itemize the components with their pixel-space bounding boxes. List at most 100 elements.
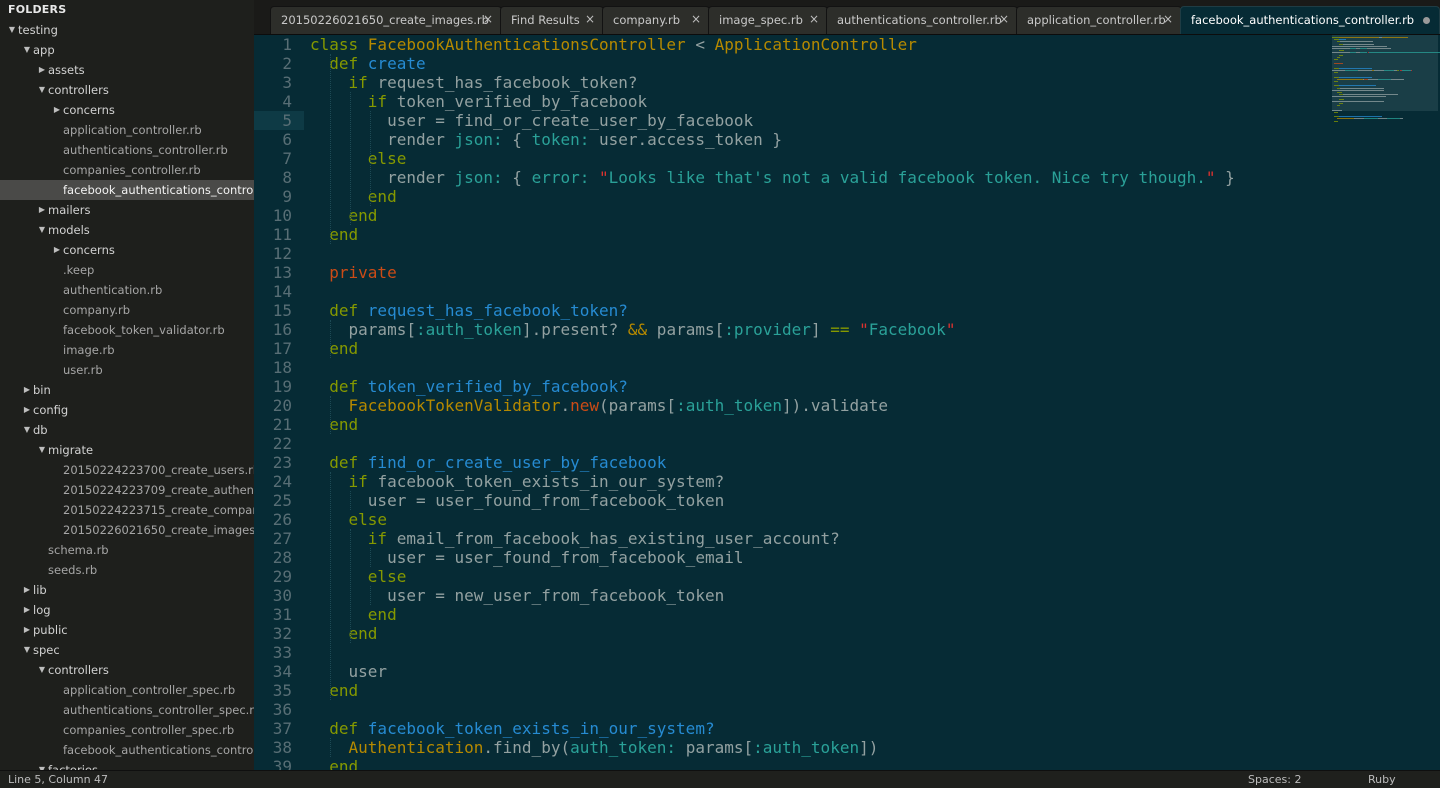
code-line: else	[310, 567, 407, 586]
disclosure-open-icon[interactable]: ▼	[36, 660, 48, 680]
minimap[interactable]	[1332, 35, 1440, 770]
editor-tab[interactable]: authentications_controller.rb ×	[826, 6, 1018, 34]
code-editor[interactable]: 1 2 3 4 5 6 7 8 9 10 11 12 13 14 15 16 17 18 19 20 21 22 23 24 2…	[254, 35, 1440, 770]
file-item[interactable]: 20150224223700_create_users.rb	[0, 460, 254, 480]
close-icon[interactable]: ×	[1163, 12, 1173, 26]
disclosure-closed-icon[interactable]: ▶	[21, 580, 33, 600]
close-icon[interactable]: ×	[691, 12, 701, 26]
folder-item[interactable]: ▶ concerns	[0, 100, 254, 120]
editor-tab[interactable]: 20150226021650_create_images.rb ×	[270, 6, 502, 34]
file-item[interactable]: companies_controller_spec.rb	[0, 720, 254, 740]
indentation-setting[interactable]: Spaces: 2	[1248, 773, 1301, 786]
unsaved-dot-icon[interactable]	[1423, 17, 1430, 24]
line-number: 31	[272, 605, 292, 624]
file-item[interactable]: application_controller_spec.rb	[0, 680, 254, 700]
disclosure-closed-icon[interactable]: ▶	[36, 200, 48, 220]
file-item[interactable]: user.rb	[0, 360, 254, 380]
folder-item[interactable]: ▼ factories	[0, 760, 254, 770]
editor-tab[interactable]: facebook_authentications_controller.rb	[1180, 6, 1440, 34]
close-icon[interactable]: ×	[483, 12, 493, 26]
tab-label: company.rb	[613, 13, 681, 27]
code-token: end	[367, 605, 397, 624]
file-item[interactable]: .keep	[0, 260, 254, 280]
close-icon[interactable]: ×	[809, 12, 819, 26]
disclosure-open-icon[interactable]: ▼	[21, 40, 33, 60]
tree-item-label: factories	[48, 763, 98, 770]
line-number: 9	[282, 187, 292, 206]
disclosure-closed-icon[interactable]: ▶	[51, 100, 63, 120]
folder-item[interactable]: ▼ models	[0, 220, 254, 240]
line-number: 23	[272, 453, 292, 472]
folder-item[interactable]: ▶ lib	[0, 580, 254, 600]
line-number: 10	[272, 206, 292, 225]
line-number: 3	[282, 73, 292, 92]
folder-item[interactable]: ▼ app	[0, 40, 254, 60]
line-number: 13	[272, 263, 292, 282]
minimap-line	[1339, 37, 1379, 38]
file-item[interactable]: authentication.rb	[0, 280, 254, 300]
disclosure-open-icon[interactable]: ▼	[6, 20, 18, 40]
disclosure-open-icon[interactable]: ▼	[36, 220, 48, 240]
editor-tab[interactable]: Find Results ×	[500, 6, 604, 34]
file-item[interactable]: facebook_token_validator.rb	[0, 320, 254, 340]
file-item[interactable]: authentications_controller.rb	[0, 140, 254, 160]
folder-item[interactable]: ▼ controllers	[0, 660, 254, 680]
close-icon[interactable]: ×	[999, 12, 1009, 26]
editor-tab[interactable]: image_spec.rb ×	[708, 6, 828, 34]
code-token: create	[367, 54, 426, 73]
code-token: "	[945, 320, 956, 339]
folder-item[interactable]: ▶ config	[0, 400, 254, 420]
editor-tab[interactable]: application_controller.rb ×	[1016, 6, 1182, 34]
folder-item[interactable]: ▶ public	[0, 620, 254, 640]
disclosure-closed-icon[interactable]: ▶	[21, 620, 33, 640]
file-item[interactable]: schema.rb	[0, 540, 254, 560]
disclosure-closed-icon[interactable]: ▶	[21, 600, 33, 620]
disclosure-closed-icon[interactable]: ▶	[21, 380, 33, 400]
folder-item[interactable]: ▼ db	[0, 420, 254, 440]
file-item[interactable]: company.rb	[0, 300, 254, 320]
minimap-line	[1359, 48, 1367, 49]
file-item[interactable]: facebook_authentications_controller.rb	[0, 180, 254, 200]
folder-item[interactable]: ▶ mailers	[0, 200, 254, 220]
minimap-line	[1332, 37, 1340, 38]
folder-item[interactable]: ▼ controllers	[0, 80, 254, 100]
disclosure-open-icon[interactable]: ▼	[21, 640, 33, 660]
folder-item[interactable]: ▼ migrate	[0, 440, 254, 460]
file-item[interactable]: 20150224223709_create_authentications.rb	[0, 480, 254, 500]
file-item[interactable]: authentications_controller_spec.rb	[0, 700, 254, 720]
folder-item[interactable]: ▶ log	[0, 600, 254, 620]
disclosure-open-icon[interactable]: ▼	[36, 760, 48, 770]
code-area[interactable]: class FacebookAuthenticationsController …	[310, 35, 1330, 770]
folder-item[interactable]: ▶ assets	[0, 60, 254, 80]
disclosure-open-icon[interactable]: ▼	[36, 80, 48, 100]
minimap-line	[1336, 105, 1341, 107]
disclosure-closed-icon[interactable]: ▶	[51, 240, 63, 260]
file-item[interactable]: seeds.rb	[0, 560, 254, 580]
minimap-line	[1332, 96, 1386, 98]
close-icon[interactable]: ×	[585, 12, 595, 26]
file-item[interactable]: facebook_authentications_controller_spec…	[0, 740, 254, 760]
file-item[interactable]: companies_controller.rb	[0, 160, 254, 180]
tree-item-label: .keep	[63, 263, 95, 277]
disclosure-closed-icon[interactable]: ▶	[36, 60, 48, 80]
tree-item-label: app	[33, 43, 55, 57]
code-line: end	[310, 415, 358, 434]
folder-item[interactable]: ▼ testing	[0, 20, 254, 40]
editor-tab[interactable]: company.rb ×	[602, 6, 710, 34]
disclosure-open-icon[interactable]: ▼	[21, 420, 33, 440]
disclosure-closed-icon[interactable]: ▶	[21, 400, 33, 420]
disclosure-open-icon[interactable]: ▼	[36, 440, 48, 460]
code-token: user.access_token }	[589, 130, 783, 149]
file-item[interactable]: 20150224223715_create_companies.rb	[0, 500, 254, 520]
syntax-selector[interactable]: Ruby	[1368, 773, 1396, 786]
line-number: 38	[272, 738, 292, 757]
file-item[interactable]: 20150226021650_create_images.rb	[0, 520, 254, 540]
folder-item[interactable]: ▶ bin	[0, 380, 254, 400]
folder-item[interactable]: ▶ concerns	[0, 240, 254, 260]
code-line: def request_has_facebook_token?	[310, 301, 628, 320]
code-token: else	[367, 567, 407, 586]
folder-item[interactable]: ▼ spec	[0, 640, 254, 660]
file-item[interactable]: application_controller.rb	[0, 120, 254, 140]
file-item[interactable]: image.rb	[0, 340, 254, 360]
